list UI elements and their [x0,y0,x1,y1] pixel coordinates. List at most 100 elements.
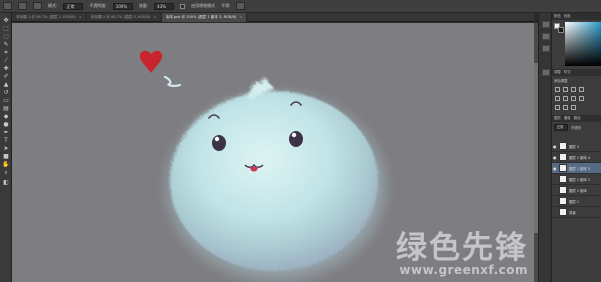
layer-row[interactable]: 图层 1 副本 2 [552,174,601,185]
eyedropper-tool-icon[interactable]: ⁄ [2,57,10,64]
mode-select[interactable]: 正常 [63,2,84,10]
tab-layers[interactable]: 图层 [554,115,561,122]
eye-icon[interactable]: ● [553,166,557,171]
blur-tool-icon[interactable]: ◆ [2,113,10,120]
hue-saturation-icon[interactable] [563,96,568,101]
adjustments-panel: 调整 样式 添加调整 [552,69,601,113]
brush-presets-icon[interactable] [542,45,550,52]
brush-tip-icon [18,2,27,10]
background-color[interactable] [558,27,564,33]
tab-swatches[interactable]: 色板 [564,13,571,20]
tab-adjustments[interactable]: 调整 [554,69,561,76]
shape-tool-icon[interactable]: ■ [2,153,10,160]
eye-icon[interactable]: ● [553,144,557,149]
brightness-icon[interactable] [555,87,560,92]
left-eye [212,135,226,151]
type-tool-icon[interactable]: T [2,137,10,144]
move-tool-icon[interactable]: ✥ [2,17,10,24]
close-icon[interactable]: × [154,13,157,22]
brush-tool-icon[interactable]: ✐ [2,73,10,80]
dodge-tool-icon[interactable]: ● [2,121,10,128]
color-swatch[interactable] [554,23,564,33]
history-brush-tool-icon[interactable]: ↺ [2,89,10,96]
posterize-icon[interactable] [563,105,568,110]
flow-label: 流量: [138,3,149,8]
layer-thumbnail [559,175,567,183]
tab-color[interactable]: 颜色 [554,13,561,20]
right-eye [289,131,303,147]
tab-styles[interactable]: 样式 [564,69,571,76]
airbrush-checkbox[interactable] [180,3,186,9]
pen-tool-icon[interactable]: ✒ [2,129,10,136]
hand-tool-icon[interactable]: ✋ [2,161,10,168]
threshold-icon[interactable] [571,105,576,110]
brush-panel-icon [33,2,42,10]
layer-name: 图层 1 副本 4 [569,155,591,160]
eye-icon[interactable]: ● [553,155,557,160]
black-white-icon[interactable] [579,96,584,101]
blend-mode-select[interactable]: 正常 [554,124,568,131]
tab-document-3[interactable]: 毛球.psd @ 200% (图层 1 副本 3, RGB/8) × [161,13,248,22]
layer-row[interactable]: 图层 1 副本 [552,185,601,196]
watermark-title: 绿色先锋 [396,230,528,266]
lasso-tool-icon[interactable]: ◌ [2,33,10,40]
brush-panel-toggle[interactable] [33,2,42,11]
layer-row[interactable]: ● 图层 3 [552,141,601,152]
layer-row[interactable]: ● 图层 1 副本 4 [552,152,601,163]
healing-tool-icon[interactable]: ✚ [2,65,10,72]
curves-icon[interactable] [571,87,576,92]
tab-label: 毛球.psd @ 200% (图层 1 副本 3, RGB/8) [165,15,237,19]
pressure-size-icon[interactable] [236,2,246,10]
close-icon[interactable]: × [79,13,82,22]
fur-ball [170,91,378,271]
layer-thumbnail [559,142,567,150]
tab-paths[interactable]: 路径 [574,115,581,122]
properties-panel-icon[interactable] [542,33,550,40]
tab-document-1[interactable]: 未标题-1 @ 66.7% (图层 2, RGB/8) × [12,13,87,22]
character-panel-icon[interactable] [542,69,550,76]
tab-document-2[interactable]: 未标题-1 @ 66.7% (图层 3, RGB/8) × [87,13,162,22]
vibrance-icon[interactable] [555,96,560,101]
exposure-icon[interactable] [579,87,584,92]
eraser-tool-icon[interactable]: ▭ [2,97,10,104]
layer-options-row: 正常 不透明 [554,124,581,131]
gradient-tool-icon[interactable]: ▤ [2,105,10,112]
tab-label: 未标题-1 @ 66.7% (图层 3, RGB/8) [90,15,151,19]
color-picker-field[interactable] [565,22,601,66]
layer-row[interactable]: 图层 1 [552,196,601,207]
layer-thumbnail [559,164,567,172]
color-balance-icon[interactable] [571,96,576,101]
path-select-tool-icon[interactable]: ➤ [2,145,10,152]
tab-channels[interactable]: 通道 [564,115,571,122]
stamp-tool-icon[interactable]: ▲ [2,81,10,88]
invert-icon[interactable] [555,105,560,110]
brush-size-dropdown[interactable] [18,2,27,11]
squiggle-line [163,75,182,87]
quick-select-tool-icon[interactable]: ✎ [2,41,10,48]
right-eye-highlight [291,132,297,138]
layer-row-selected[interactable]: ● 图层 1 副本 3 [552,163,601,174]
close-icon[interactable]: × [239,13,242,22]
tab-label: 未标题-1 @ 66.7% (图层 2, RGB/8) [16,15,76,19]
foreground-background-icon[interactable]: ◧ [2,179,10,186]
adjustments-title: 添加调整 [554,79,568,83]
brush-tool-preset-button[interactable] [3,2,12,11]
smoothing-label: 平滑: [221,3,231,8]
levels-icon[interactable] [563,87,568,92]
layer-name: 图层 1 副本 3 [569,166,591,171]
layer-row[interactable]: 背景 [552,207,601,218]
crop-tool-icon[interactable]: ⌗ [2,49,10,56]
watermark: 绿色先锋 www.greenxf.com [396,230,528,277]
layer-name: 图层 3 [569,144,580,149]
mode-label: 模式: [48,3,58,8]
opacity-input[interactable]: 100% [112,2,133,10]
layer-thumbnail [559,197,567,205]
color-panel-tabs: 颜色 色板 [552,13,601,20]
marquee-tool-icon[interactable]: ⬚ [2,25,10,32]
flow-input[interactable]: 43% [154,2,175,10]
airbrush-label: 启用喷枪模式 [191,3,216,8]
document-canvas[interactable]: 绿色先锋 www.greenxf.com [12,23,534,282]
panel-dock [538,13,552,282]
history-panel-icon[interactable] [542,21,550,28]
zoom-tool-icon[interactable]: ⌕ [2,169,10,176]
